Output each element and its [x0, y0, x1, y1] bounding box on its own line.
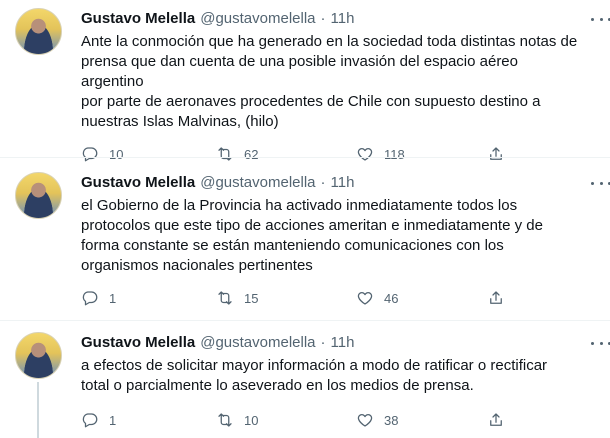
like-button[interactable]: 38 — [356, 411, 487, 429]
tweet-thread: Gustavo Melella @gustavomelella · 11h An… — [0, 0, 610, 438]
share-icon — [490, 413, 502, 426]
share-icon — [490, 147, 502, 160]
author-name[interactable]: Gustavo Melella — [81, 174, 195, 191]
tweet[interactable]: Gustavo Melella @gustavomelella · 11h a … — [0, 332, 610, 438]
retweet-count: 10 — [244, 412, 259, 428]
retweet-icon — [218, 291, 232, 305]
action-bar: 1 15 46 — [81, 288, 610, 308]
like-count: 46 — [384, 290, 399, 306]
separator-dot: · — [320, 173, 326, 191]
reply-count: 10 — [109, 146, 124, 162]
heart-icon — [357, 292, 373, 305]
share-icon — [490, 291, 502, 304]
reply-count: 1 — [109, 290, 117, 306]
author-handle[interactable]: @gustavomelella — [200, 174, 315, 191]
retweet-button[interactable]: 10 — [216, 411, 356, 429]
reply-button[interactable]: 1 — [81, 411, 216, 429]
author-name[interactable]: Gustavo Melella — [81, 334, 195, 351]
reply-icon — [82, 147, 98, 162]
retweet-button[interactable]: 15 — [216, 289, 356, 307]
tweet-text: a efectos de solicitar mayor información… — [81, 357, 548, 394]
tweet[interactable]: Gustavo Melella @gustavomelella · 11h An… — [0, 8, 610, 164]
thread-line — [37, 382, 39, 438]
separator-dot: · — [320, 9, 326, 27]
more-options-button[interactable] — [591, 14, 610, 24]
retweet-count: 15 — [244, 290, 259, 306]
author-name[interactable]: Gustavo Melella — [81, 10, 195, 27]
heart-icon — [357, 414, 373, 427]
reply-count: 1 — [109, 412, 117, 428]
timestamp[interactable]: 11h — [331, 174, 355, 191]
separator-dot: · — [320, 333, 326, 351]
author-handle[interactable]: @gustavomelella — [200, 10, 315, 27]
timestamp[interactable]: 11h — [331, 10, 355, 27]
heart-icon — [357, 148, 373, 161]
retweet-icon — [218, 413, 232, 427]
share-button[interactable] — [487, 289, 505, 307]
like-button[interactable]: 46 — [356, 289, 487, 307]
retweet-icon — [218, 147, 232, 161]
more-dots-icon — [591, 17, 594, 21]
more-dots-icon — [591, 181, 594, 185]
divider — [0, 320, 610, 321]
action-bar: 10 62 118 — [81, 144, 610, 164]
like-count: 38 — [384, 412, 399, 428]
action-bar: 1 10 38 — [81, 410, 610, 430]
reply-icon — [82, 291, 98, 306]
avatar[interactable] — [15, 8, 62, 55]
reply-button[interactable]: 10 — [81, 145, 216, 163]
retweet-count: 62 — [244, 146, 259, 162]
reply-button[interactable]: 1 — [81, 289, 216, 307]
tweet[interactable]: Gustavo Melella @gustavomelella · 11h el… — [0, 172, 610, 308]
retweet-button[interactable]: 62 — [216, 145, 356, 163]
reply-icon — [82, 413, 98, 428]
like-count: 118 — [384, 146, 405, 162]
share-button[interactable] — [487, 145, 505, 163]
avatar[interactable] — [15, 172, 62, 219]
more-dots-icon — [591, 341, 594, 345]
divider — [0, 157, 610, 158]
share-button[interactable] — [487, 411, 505, 429]
more-options-button[interactable] — [591, 338, 610, 348]
more-options-button[interactable] — [591, 178, 610, 188]
tweet-text: Ante la conmoción que ha generado en la … — [81, 33, 578, 130]
author-handle[interactable]: @gustavomelella — [200, 334, 315, 351]
tweet-text: el Gobierno de la Provincia ha activado … — [81, 197, 543, 274]
timestamp[interactable]: 11h — [331, 334, 355, 351]
like-button[interactable]: 118 — [356, 145, 487, 163]
avatar[interactable] — [15, 332, 62, 379]
